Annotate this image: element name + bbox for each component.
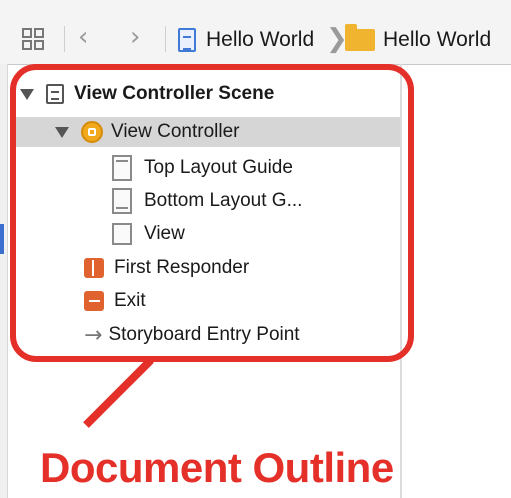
file-icon bbox=[178, 28, 196, 52]
annotation-pointer-line bbox=[83, 357, 154, 428]
folder-icon bbox=[345, 24, 375, 51]
toolbar-divider bbox=[64, 26, 65, 52]
toolbar-divider bbox=[165, 26, 166, 52]
selection-marker bbox=[0, 224, 4, 254]
breadcrumb-label: Hello World bbox=[383, 28, 492, 51]
navigator-edge bbox=[0, 64, 8, 498]
breadcrumb-label: Hello World bbox=[206, 28, 315, 51]
back-arrow-icon[interactable]: ‹ bbox=[78, 22, 88, 52]
jump-bar: ‹ › Hello World ❯ Hello World bbox=[0, 0, 511, 65]
forward-arrow-icon[interactable]: › bbox=[130, 22, 140, 52]
breadcrumb-project[interactable]: Hello World bbox=[178, 27, 314, 53]
grid-icon[interactable] bbox=[22, 28, 44, 50]
annotation-caption: Document Outline bbox=[40, 444, 394, 491]
annotation-callout-box bbox=[10, 64, 414, 362]
breadcrumb-folder[interactable]: Hello World bbox=[345, 24, 492, 53]
